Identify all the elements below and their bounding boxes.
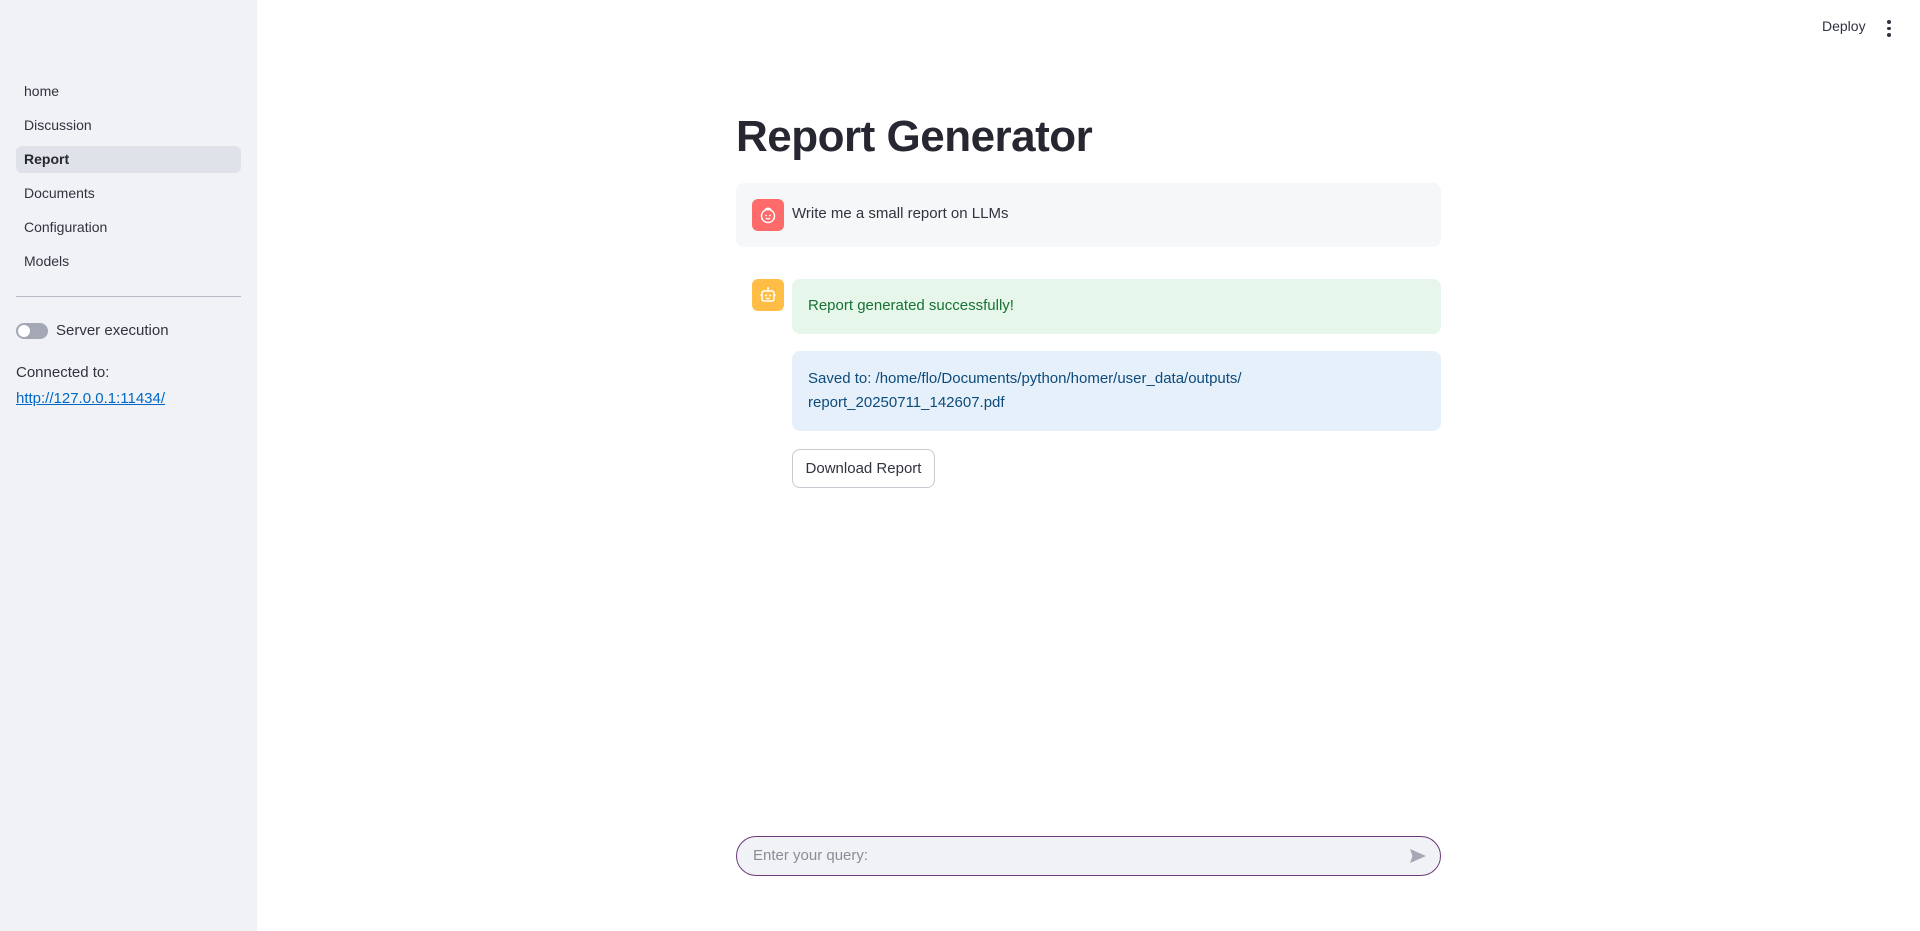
info-alert: Saved to: /home/flo/Documents/python/hom… <box>792 351 1441 431</box>
sidebar-item-report[interactable]: Report <box>16 146 241 173</box>
sidebar-item-documents[interactable]: Documents <box>16 180 241 207</box>
sidebar: home Discussion Report Documents Configu… <box>0 0 257 931</box>
sidebar-nav: home Discussion Report Documents Configu… <box>16 78 241 282</box>
success-alert-text: Report generated successfully! <box>808 297 1014 314</box>
connected-label: Connected to: <box>16 364 110 381</box>
sidebar-divider <box>16 296 241 297</box>
sidebar-item-discussion[interactable]: Discussion <box>16 112 241 139</box>
robot-icon <box>752 279 784 311</box>
success-alert: Report generated successfully! <box>792 279 1441 334</box>
chat-input-container <box>736 836 1441 876</box>
query-input[interactable] <box>753 837 1393 874</box>
connected-url-link[interactable]: http://127.0.0.1:11434/ <box>16 390 165 407</box>
download-report-button[interactable]: Download Report <box>792 449 935 488</box>
info-alert-line-1: Saved to: /home/flo/Documents/python/hom… <box>808 370 1242 387</box>
server-execution-label: Server execution <box>56 322 169 339</box>
sidebar-item-configuration[interactable]: Configuration <box>16 214 241 241</box>
page-title: Report Generator <box>736 112 1093 161</box>
sidebar-item-home[interactable]: home <box>16 78 241 105</box>
server-execution-row: Server execution <box>16 322 169 339</box>
server-execution-toggle[interactable] <box>16 322 48 339</box>
sidebar-item-models[interactable]: Models <box>16 248 241 275</box>
deploy-button[interactable]: Deploy <box>1822 18 1866 34</box>
info-alert-line-2: report_20250711_142607.pdf <box>808 394 1005 411</box>
toggle-knob <box>18 324 30 337</box>
user-message-text: Write me a small report on LLMs <box>792 205 1009 222</box>
user-face-icon <box>752 199 784 231</box>
more-vertical-icon[interactable] <box>1884 17 1894 38</box>
send-icon[interactable] <box>1408 846 1428 866</box>
user-chat-message: Write me a small report on LLMs <box>736 183 1441 247</box>
